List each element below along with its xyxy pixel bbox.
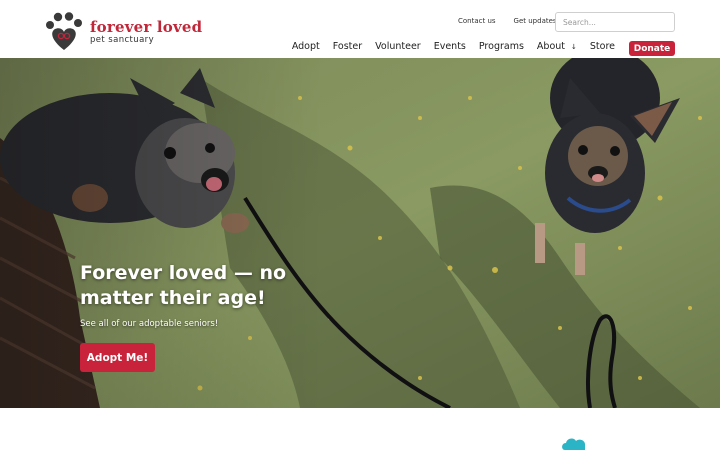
utility-links: Contact us Get updates bbox=[458, 17, 557, 25]
nav-item-programs[interactable]: Programs bbox=[479, 41, 524, 52]
site-logo[interactable]: forever loved pet sanctuary bbox=[44, 12, 202, 52]
nav-item-label: Volunteer bbox=[375, 41, 421, 52]
nav-item-label: Adopt bbox=[291, 41, 320, 52]
contact-us-link[interactable]: Contact us bbox=[458, 17, 496, 25]
hero-banner: Forever loved — no matter their age! See… bbox=[0, 58, 720, 408]
paw-heart-icon bbox=[46, 12, 82, 50]
nav-item-label: Events bbox=[433, 41, 466, 52]
brand-name: forever loved bbox=[90, 17, 203, 36]
cloud-icon bbox=[562, 438, 586, 450]
nav-item-label: About bbox=[536, 41, 566, 52]
search-input[interactable] bbox=[555, 12, 675, 32]
chevron-down-icon: ↓ bbox=[571, 42, 577, 51]
nav-item-volunteer[interactable]: Volunteer bbox=[375, 41, 421, 52]
site-header: forever loved pet sanctuary Contact us G… bbox=[0, 0, 720, 58]
nav-item-label: Store bbox=[589, 41, 615, 52]
brand-tagline: pet sanctuary bbox=[90, 34, 155, 45]
adopt-me-button[interactable]: Adopt Me! bbox=[80, 343, 155, 372]
get-updates-link[interactable]: Get updates bbox=[514, 17, 557, 25]
nav-item-label: Programs bbox=[478, 41, 524, 52]
nav-item-about[interactable]: About ↓ bbox=[537, 41, 577, 52]
nav-item-events[interactable]: Events bbox=[434, 41, 466, 52]
nav-item-store[interactable]: Store bbox=[590, 41, 615, 52]
nav-item-adopt[interactable]: Adopt bbox=[292, 41, 320, 52]
nav-item-label: Foster bbox=[332, 41, 363, 52]
hero-subtitle: See all of our adoptable seniors! bbox=[80, 319, 219, 329]
donate-button[interactable]: Donate bbox=[629, 41, 675, 56]
main-nav: Adopt Foster Volunteer Events Programs A… bbox=[279, 41, 615, 52]
hero-title: Forever loved — no matter their age! bbox=[80, 262, 287, 309]
nav-item-foster[interactable]: Foster bbox=[333, 41, 362, 52]
